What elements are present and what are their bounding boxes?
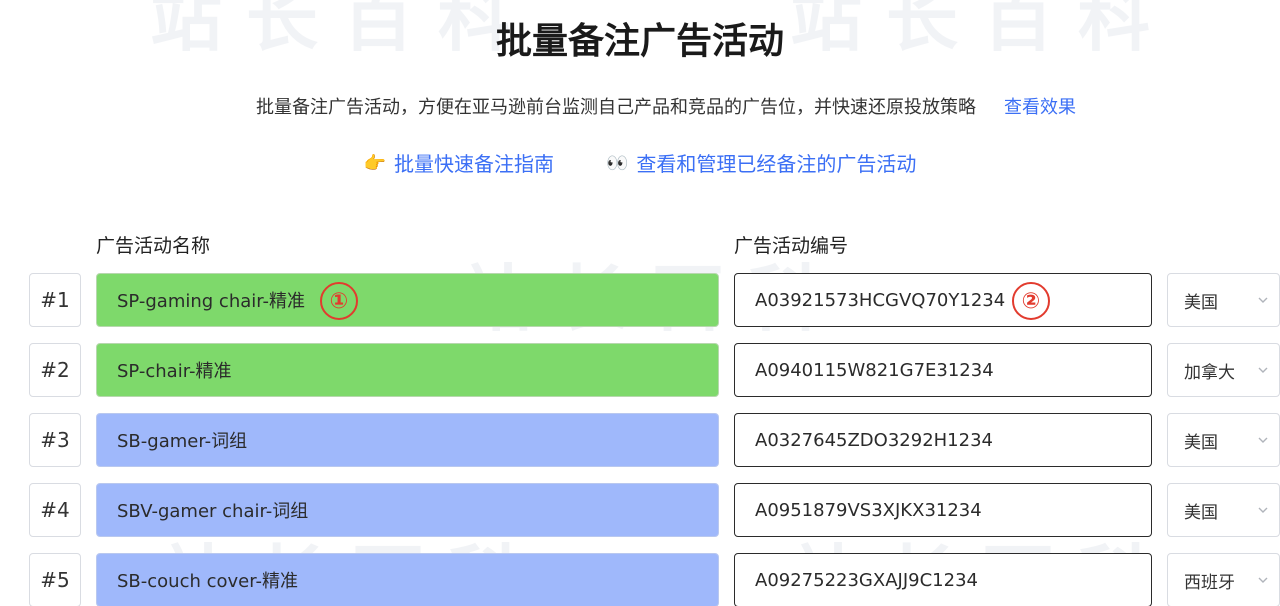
guide-label: 批量快速备注指南 (394, 152, 554, 176)
campaign-id-input[interactable]: A09275223GXAJJ9C1234 (734, 553, 1152, 606)
campaign-name-input[interactable]: SP-gaming chair-精准 (96, 273, 719, 327)
page-title: 批量备注广告活动 (495, 21, 784, 62)
table-row: #3 SB-gamer-词组 A0327645ZDO3292H1234 美国 (0, 413, 1280, 469)
campaign-id-input[interactable]: A0951879VS3XJKX31234 (734, 483, 1152, 537)
campaign-id-value: A0951879VS3XJKX31234 (755, 499, 982, 521)
row-index: #1 (29, 273, 81, 327)
country-select[interactable]: 西班牙 (1167, 553, 1280, 606)
country-select[interactable]: 美国 (1167, 483, 1280, 537)
campaign-id-value: A03921573HCGVQ70Y1234 (755, 289, 1006, 311)
campaign-name-input[interactable]: SP-chair-精准 (96, 343, 719, 397)
chevron-down-icon (1258, 507, 1268, 513)
annotation-marker-1: ① (320, 282, 358, 320)
country-select[interactable]: 加拿大 (1167, 343, 1280, 397)
campaign-id-value: A0327645ZDO3292H1234 (755, 429, 993, 451)
campaign-id-value: A09275223GXAJJ9C1234 (755, 569, 978, 591)
eyes-icon: 👀 (606, 153, 629, 174)
table-row: #5 SB-couch cover-精准 A09275223GXAJJ9C123… (0, 553, 1280, 606)
campaign-name-value: SP-chair-精准 (117, 361, 232, 382)
campaign-name-value: SP-gaming chair-精准 (117, 291, 306, 312)
subtitle-text: 批量备注广告活动，方便在亚马逊前台监测自己产品和竞品的广告位，并快速还原投放策略 (256, 97, 976, 118)
country-value: 西班牙 (1184, 572, 1235, 593)
country-value: 美国 (1184, 292, 1218, 313)
column-header-campaign-id: 广告活动编号 (734, 235, 849, 257)
campaign-id-value: A0940115W821G7E31234 (755, 359, 994, 381)
annotation-marker-2: ② (1012, 282, 1050, 320)
table-row: #4 SBV-gamer chair-词组 A0951879VS3XJKX312… (0, 483, 1280, 539)
row-index: #2 (29, 343, 81, 397)
table-row: #2 SP-chair-精准 A0940115W821G7E31234 加拿大 (0, 343, 1280, 399)
row-index: #4 (29, 483, 81, 537)
campaign-name-value: SB-couch cover-精准 (117, 571, 298, 592)
campaign-name-value: SB-gamer-词组 (117, 431, 248, 452)
row-index: #5 (29, 553, 81, 606)
guide-label: 查看和管理已经备注的广告活动 (636, 152, 917, 176)
guide-row: 👉 批量快速备注指南 👀 查看和管理已经备注的广告活动 (0, 148, 1280, 180)
view-effect-link[interactable]: 查看效果 (1004, 94, 1076, 122)
campaign-id-input[interactable]: A0327645ZDO3292H1234 (734, 413, 1152, 467)
subtitle-row: 批量备注广告活动，方便在亚马逊前台监测自己产品和竞品的广告位，并快速还原投放策略… (0, 94, 1280, 122)
table-row: #1 SP-gaming chair-精准 ① A03921573HCGVQ70… (0, 273, 1280, 329)
guide-link-batch[interactable]: 👉 批量快速备注指南 (364, 148, 554, 180)
campaign-name-value: SBV-gamer chair-词组 (117, 501, 309, 522)
pointing-hand-icon: 👉 (363, 153, 386, 174)
campaign-name-input[interactable]: SB-couch cover-精准 (96, 553, 719, 606)
column-header-campaign-name: 广告活动名称 (96, 235, 211, 257)
country-select[interactable]: 美国 (1167, 273, 1280, 327)
chevron-down-icon (1258, 437, 1268, 443)
guide-link-manage[interactable]: 👀 查看和管理已经备注的广告活动 (606, 148, 916, 180)
chevron-down-icon (1258, 577, 1268, 583)
campaign-id-input[interactable]: A03921573HCGVQ70Y1234 (734, 273, 1152, 327)
chevron-down-icon (1258, 367, 1268, 373)
country-select[interactable]: 美国 (1167, 413, 1280, 467)
country-value: 美国 (1184, 502, 1218, 523)
row-index: #3 (29, 413, 81, 467)
country-value: 美国 (1184, 432, 1218, 453)
campaign-id-input[interactable]: A0940115W821G7E31234 (734, 343, 1152, 397)
campaign-name-input[interactable]: SBV-gamer chair-词组 (96, 483, 719, 537)
campaign-name-input[interactable]: SB-gamer-词组 (96, 413, 719, 467)
chevron-down-icon (1258, 297, 1268, 303)
country-value: 加拿大 (1184, 362, 1235, 383)
